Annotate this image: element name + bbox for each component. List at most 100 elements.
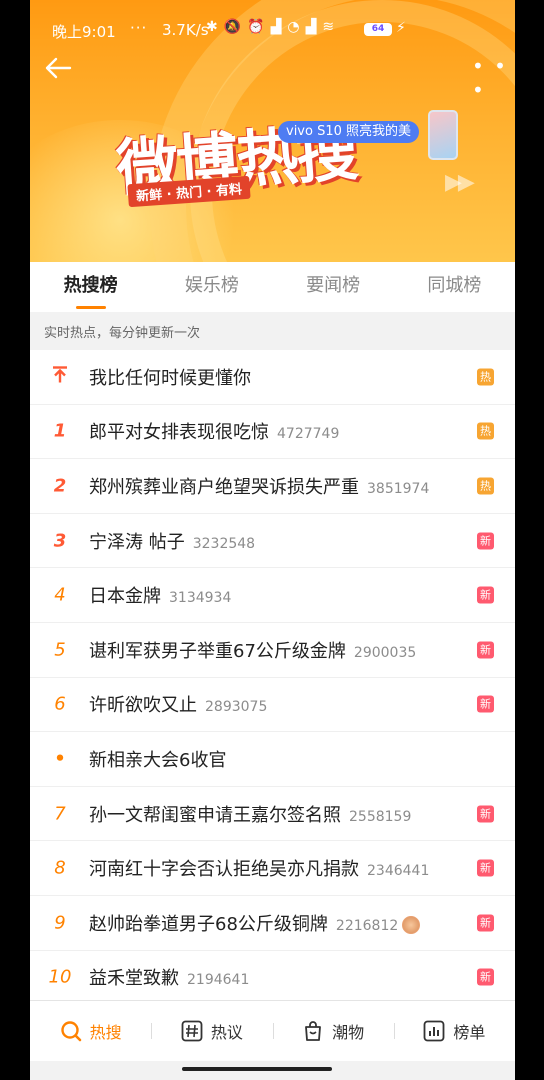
nav-label: 潮物: [332, 1023, 365, 1042]
heat-count: 3134934: [169, 590, 232, 607]
shopping-bag-svg: [305, 1021, 322, 1041]
heat-count: 3851974: [367, 480, 430, 497]
bottom-nav: 热搜 热议 潮物 榜单: [30, 1000, 515, 1061]
more-icon[interactable]: • • •: [472, 54, 515, 102]
list-item-title: 益禾堂致歉 2194641: [89, 964, 249, 990]
ad-banner[interactable]: vivo S10 照亮我的美: [278, 121, 420, 143]
rank-number: 1: [53, 420, 67, 442]
status-dots: ···: [130, 19, 148, 37]
phone-image-icon: [428, 110, 458, 160]
decorative-arrows-icon: ▶▶: [445, 170, 475, 195]
mute-icon: 🔕: [223, 19, 248, 35]
list-item[interactable]: 7 孙一文帮闺蜜申请王嘉尔签名照 2558159 新: [30, 787, 515, 842]
nav-discussion[interactable]: 热议: [151, 1001, 272, 1061]
hot-badge: 热: [477, 477, 494, 495]
new-badge: 新: [477, 914, 494, 932]
nav-label: 热议: [210, 1023, 243, 1042]
hot-badge: 热: [477, 422, 494, 440]
update-hint: 实时热点，每分钟更新一次: [30, 312, 515, 350]
home-indicator[interactable]: [182, 1067, 332, 1071]
back-arrow-svg: [45, 57, 72, 79]
nav-trendy[interactable]: 潮物: [272, 1001, 394, 1061]
nav-label: 榜单: [453, 1023, 486, 1042]
tab-hot-search[interactable]: 热搜榜: [30, 262, 151, 312]
tab-news[interactable]: 要闻榜: [273, 262, 394, 312]
tab-entertainment[interactable]: 娱乐榜: [151, 262, 272, 312]
chart-svg: [423, 1020, 445, 1042]
heat-count: 4727749: [277, 426, 340, 443]
hashtag-svg: [181, 1020, 203, 1042]
back-arrow-icon[interactable]: [44, 56, 72, 85]
pin-top-svg: [53, 366, 67, 383]
rank-number: 3: [53, 530, 67, 552]
nav-label: 热搜: [89, 1023, 122, 1042]
list-title-text: 郎平对女排表现很吃惊: [89, 422, 269, 444]
wifi-icon: ≋: [322, 19, 341, 35]
list-item[interactable]: 4 日本金牌 3134934 新: [30, 568, 515, 623]
list-title-text: 郑州殡葬业商户绝望哭诉损失严重: [89, 476, 359, 498]
list-item[interactable]: 我比任何时候更懂你 热: [30, 350, 515, 405]
list-title-text: 许昕欲吹又止: [89, 695, 197, 717]
new-badge: 新: [477, 805, 494, 823]
list-item[interactable]: 5 谌利军获男子举重67公斤级金牌 2900035 新: [30, 623, 515, 678]
list-item-title: 孙一文帮闺蜜申请王嘉尔签名照 2558159: [89, 801, 411, 827]
list-item[interactable]: 9 赵帅跆拳道男子68公斤级铜牌 2216812 新: [30, 896, 515, 951]
heat-count: 2216812: [335, 917, 399, 934]
list-title-text: 日本金牌: [89, 586, 161, 608]
list-title-text: 谌利军获男子举重67公斤级金牌: [89, 640, 346, 662]
phone-screen: 晚上9:01 ··· 3.7K/s ✱🔕⏰▟◔▟≋ 64 ⚡ • • • 微博热…: [30, 0, 515, 1080]
chart-icon: [423, 1020, 445, 1042]
list-item[interactable]: 2 郑州殡葬业商户绝望哭诉损失严重 3851974 热: [30, 459, 515, 514]
rank-number: 8: [54, 857, 66, 879]
hot-badge: 热: [477, 368, 494, 386]
signal-icon-2: ▟: [305, 19, 323, 35]
list-item-title: 赵帅跆拳道男子68公斤级铜牌 2216812: [89, 910, 421, 936]
search-svg: [60, 1021, 81, 1042]
rank-number: 4: [54, 584, 66, 606]
list-title-text: 益禾堂致歉: [89, 968, 179, 990]
new-badge: 新: [477, 641, 494, 659]
list-item[interactable]: 6 许昕欲吹又止 2893075 新: [30, 678, 515, 733]
list-title-text: 新相亲大会6收官: [89, 749, 227, 771]
list-item-title: 郎平对女排表现很吃惊 4727749: [89, 418, 339, 444]
heat-count: 2346441: [367, 863, 430, 880]
list-item-title: 许昕欲吹又止 2893075: [89, 691, 267, 717]
tab-local[interactable]: 同城榜: [394, 262, 515, 312]
list-item[interactable]: 10 益禾堂致歉 2194641 新: [30, 951, 515, 1006]
rank-number: 9: [54, 912, 66, 934]
list-title-text: 我比任何时候更懂你: [89, 367, 251, 389]
list-item[interactable]: 8 河南红十字会否认拒绝吴亦凡捐款 2346441 新: [30, 841, 515, 896]
list-item-title: 谌利军获男子举重67公斤级金牌 2900035: [89, 637, 416, 663]
rank-number: 7: [54, 803, 66, 825]
list-title-text: 河南红十字会否认拒绝吴亦凡捐款: [89, 859, 359, 881]
battery-icon: 64: [364, 23, 392, 36]
list-item-title: 宁泽涛 帖子 3232548: [89, 528, 255, 554]
promoted-dot-icon: •: [54, 748, 66, 770]
pin-top-icon: [46, 364, 74, 389]
status-time: 晚上9:01: [52, 23, 116, 41]
new-badge: 新: [477, 968, 494, 986]
list-item[interactable]: • 新相亲大会6收官: [30, 732, 515, 787]
search-icon: [60, 1020, 82, 1042]
list-item-title: 郑州殡葬业商户绝望哭诉损失严重 3851974: [89, 473, 429, 499]
shopping-bag-icon: [302, 1020, 324, 1042]
list-item[interactable]: 3 宁泽涛 帖子 3232548 新: [30, 514, 515, 569]
rank-number: 6: [54, 693, 66, 715]
list-item[interactable]: 1 郎平对女排表现很吃惊 4727749 热: [30, 405, 515, 460]
bluetooth-icon: ✱: [206, 19, 224, 35]
list-title-text: 孙一文帮闺蜜申请王嘉尔签名照: [89, 804, 341, 826]
status-icons: ✱🔕⏰▟◔▟≋: [206, 19, 340, 35]
nav-rankings[interactable]: 榜单: [393, 1001, 515, 1061]
list-item-title: 河南红十字会否认拒绝吴亦凡捐款 2346441: [89, 855, 429, 881]
heat-count: 2194641: [187, 972, 250, 989]
speedometer-icon: ◔: [287, 19, 306, 35]
list-item-title: 新相亲大会6收官: [89, 746, 226, 772]
rank-number: 2: [53, 475, 67, 497]
nav-hot-search[interactable]: 热搜: [30, 1001, 151, 1061]
alarm-icon: ⏰: [247, 19, 271, 35]
new-badge: 新: [477, 695, 494, 713]
rank-number: 10: [48, 966, 72, 988]
list-item-title: 我比任何时候更懂你: [89, 364, 251, 390]
list-title-text: 赵帅跆拳道男子68公斤级铜牌: [89, 913, 328, 935]
hashtag-icon: [181, 1020, 203, 1042]
